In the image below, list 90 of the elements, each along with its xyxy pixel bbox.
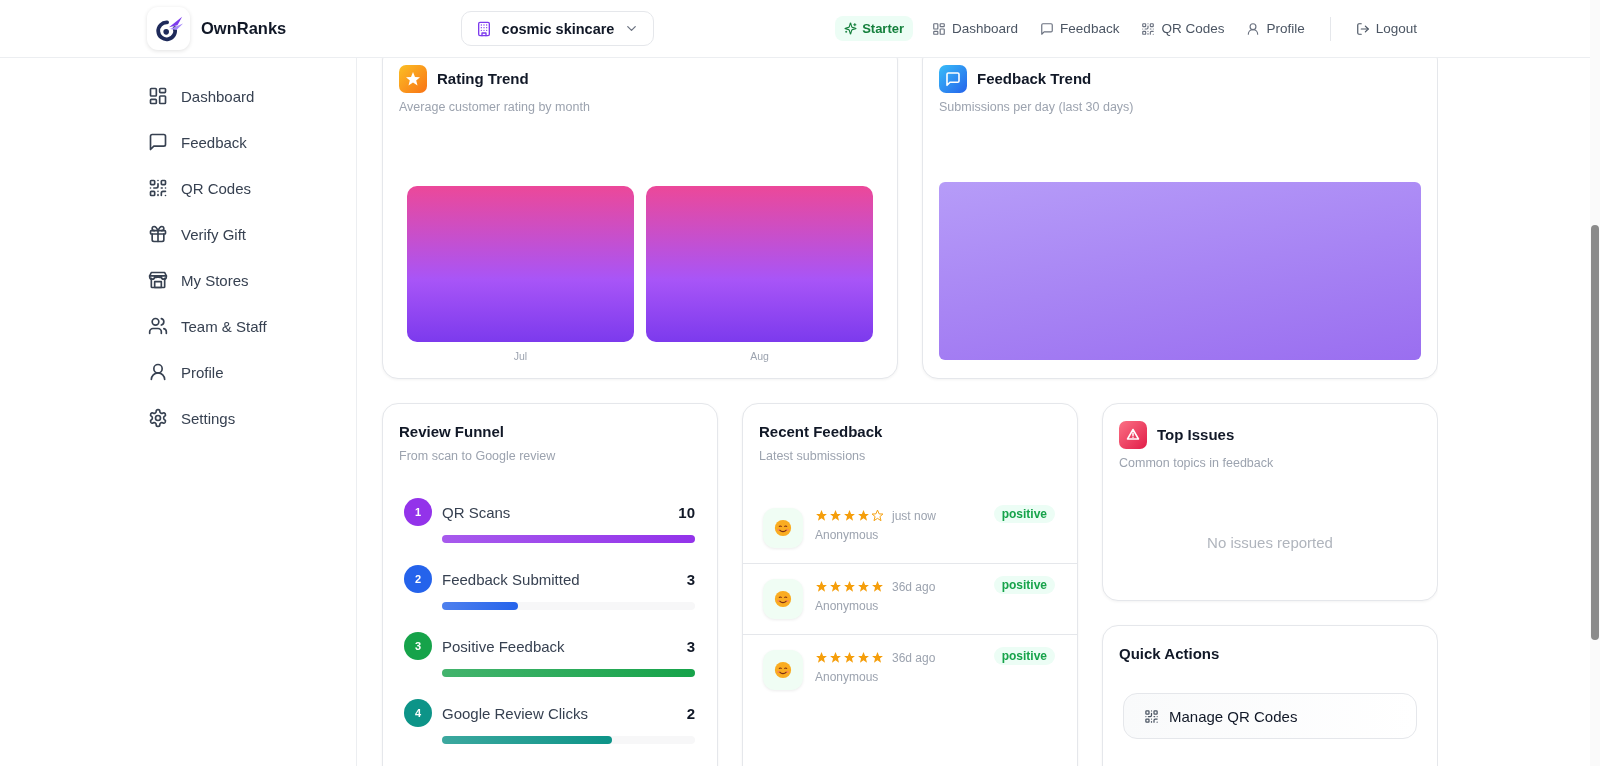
empty-message: No issues reported xyxy=(1206,534,1334,551)
step-label: Google Review Clicks xyxy=(442,704,589,722)
smiley-icon xyxy=(774,661,792,679)
chat-icon xyxy=(1040,21,1055,36)
grid-icon xyxy=(932,21,947,36)
star-icon xyxy=(829,580,842,593)
sidebar-item[interactable]: Team & Staff xyxy=(147,303,267,349)
sidebar-item[interactable]: QR Codes xyxy=(147,165,252,211)
star-icon xyxy=(857,580,870,593)
sentiment-badge: positive xyxy=(993,505,1055,523)
star-icon xyxy=(815,651,828,664)
star-icon xyxy=(843,580,856,593)
card-title: Rating Trend xyxy=(437,69,529,89)
step-number: 1 xyxy=(404,498,432,526)
qr-code-icon xyxy=(1141,21,1156,36)
step-label: QR Scans xyxy=(442,503,512,521)
card-subtitle: From scan to Google review xyxy=(399,448,557,465)
gift-icon xyxy=(148,224,168,244)
card-title: Quick Actions xyxy=(1119,644,1221,664)
card-subtitle: Average customer rating by month xyxy=(399,99,591,116)
sentiment-badge: positive xyxy=(993,647,1055,665)
step-number: 4 xyxy=(404,699,432,727)
sidebar-item[interactable]: Profile xyxy=(147,349,224,395)
step-count: 2 xyxy=(686,704,695,722)
sidebar-item[interactable]: Settings xyxy=(147,395,236,441)
sidebar-item[interactable]: My Stores xyxy=(147,257,249,303)
step-count: 3 xyxy=(686,637,695,655)
nav-link[interactable]: Dashboard xyxy=(923,16,1028,41)
author-name: Anonymous xyxy=(815,527,880,542)
star-icon xyxy=(843,509,856,522)
chat-icon xyxy=(148,132,168,152)
brand-name: OwnRanks xyxy=(201,19,288,38)
plan-badge: Starter xyxy=(835,16,914,41)
settings-icon xyxy=(148,408,168,428)
smiley-icon xyxy=(774,590,792,608)
warning-icon xyxy=(1119,421,1147,449)
qr-code-icon xyxy=(148,178,168,198)
author-name: Anonymous xyxy=(815,598,880,613)
star-icon xyxy=(871,651,884,664)
quick-action-button[interactable]: Manage QR Codes xyxy=(1123,693,1417,739)
step-label: Feedback Submitted xyxy=(442,570,581,588)
logout-icon xyxy=(1355,21,1370,36)
star-icon xyxy=(815,580,828,593)
people-icon xyxy=(148,316,168,336)
step-label: Positive Feedback xyxy=(442,637,566,655)
card-subtitle: Latest submissions xyxy=(759,448,867,465)
qr-code-icon xyxy=(1144,708,1159,724)
sparkle-icon xyxy=(844,22,858,35)
empty-star-icon xyxy=(871,509,884,522)
star-icon xyxy=(871,580,884,593)
building-icon xyxy=(476,20,492,37)
logo-icon xyxy=(147,7,190,50)
nav-link[interactable]: QR Codes xyxy=(1132,16,1234,41)
card-title: Recent Feedback xyxy=(759,422,884,442)
step-number: 3 xyxy=(404,632,432,660)
step-number: 2 xyxy=(404,565,432,593)
person-icon xyxy=(1246,21,1261,36)
time-label: just now xyxy=(892,508,937,523)
scrollbar-thumb[interactable] xyxy=(1591,225,1599,640)
time-label: 36d ago xyxy=(892,650,936,665)
nav-link[interactable]: Profile xyxy=(1237,16,1314,41)
star-icon xyxy=(843,651,856,664)
grid-icon xyxy=(148,86,168,106)
store-selector[interactable]: cosmic skincare xyxy=(461,11,654,46)
star-icon xyxy=(815,509,828,522)
star-icon xyxy=(829,651,842,664)
card-subtitle: Common topics in feedback xyxy=(1119,455,1275,472)
star-icon xyxy=(829,509,842,522)
sidebar-item[interactable]: Feedback xyxy=(147,119,247,165)
step-count: 3 xyxy=(686,570,695,588)
star-icon xyxy=(857,509,870,522)
card-title: Feedback Trend xyxy=(977,69,1092,89)
author-name: Anonymous xyxy=(815,669,880,684)
time-label: 36d ago xyxy=(892,579,936,594)
card-title: Top Issues xyxy=(1157,425,1235,445)
month-label: Aug xyxy=(750,349,769,363)
card-subtitle: Submissions per day (last 30 days) xyxy=(939,99,1135,116)
sidebar-item[interactable]: Verify Gift xyxy=(147,211,247,257)
sentiment-badge: positive xyxy=(993,576,1055,594)
person-icon xyxy=(148,362,168,382)
smiley-icon xyxy=(774,519,792,537)
month-label: Jul xyxy=(513,349,528,363)
sidebar-item[interactable]: Dashboard xyxy=(147,73,255,119)
store-icon xyxy=(148,270,168,290)
star-icon xyxy=(857,651,870,664)
logout-button[interactable]: Logout xyxy=(1346,16,1426,41)
nav-link[interactable]: Feedback xyxy=(1031,16,1129,41)
card-title: Review Funnel xyxy=(399,422,506,442)
chat-icon xyxy=(939,65,967,93)
step-count: 10 xyxy=(678,503,695,521)
